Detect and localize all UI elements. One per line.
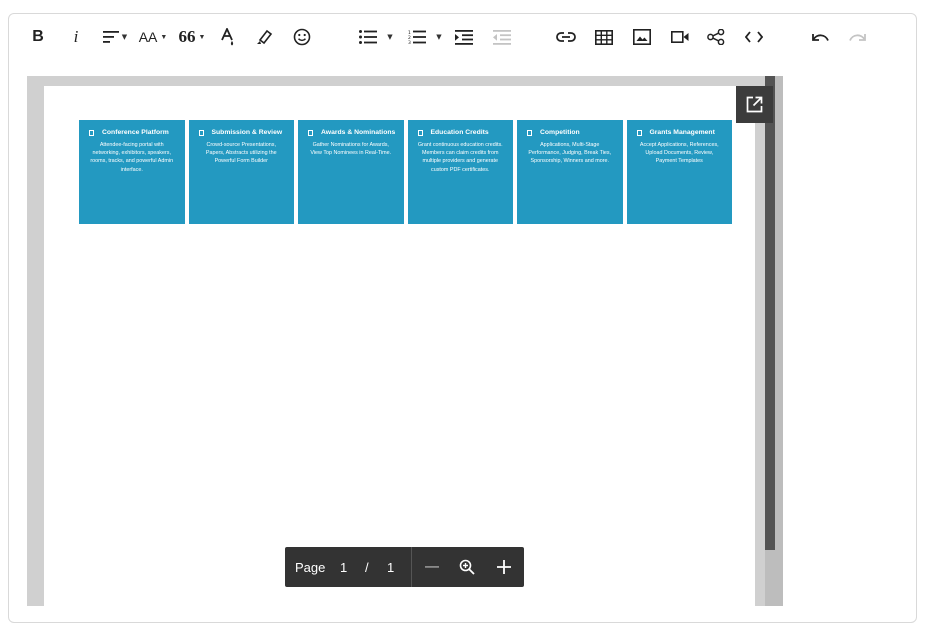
video-button[interactable] [669, 24, 691, 50]
feature-tile: Competition Applications, Multi-Stage Pe… [517, 120, 623, 224]
editor-toolbar: B i ▼ AA ▼ 66 ▼ ▼ 123 ▼ [9, 14, 916, 60]
zoom-out-button[interactable] [421, 556, 443, 578]
image-icon [633, 29, 651, 45]
document-icon [417, 130, 423, 136]
font-color-button[interactable] [217, 24, 239, 50]
quote-icon: 66 [178, 27, 196, 46]
feature-tile: Conference Platform Attendee-facing port… [79, 120, 185, 224]
tile-title: Grants Management [649, 129, 715, 136]
feature-tile: Grants Management Accept Applications, R… [626, 120, 732, 224]
zoom-in-icon [459, 559, 475, 575]
video-icon [671, 31, 689, 43]
document-icon [308, 130, 313, 136]
tile-title: Education Credits [430, 129, 489, 136]
bullet-list-icon [359, 30, 378, 44]
viewer-scrollbar[interactable] [765, 76, 783, 606]
table-button[interactable] [593, 24, 615, 50]
font-size-icon: AA [138, 29, 158, 45]
tile-description: Grant continuous education credits. Memb… [417, 142, 503, 173]
smiley-icon [293, 28, 311, 46]
document-icon [527, 130, 532, 136]
indent-button[interactable] [453, 24, 475, 50]
tile-title: Submission & Review [211, 129, 283, 136]
feature-tiles: Conference Platform Attendee-facing port… [79, 120, 732, 224]
emoji-button[interactable] [291, 24, 313, 50]
page-label: Page [295, 560, 326, 575]
document-icon [198, 130, 204, 136]
chevron-down-icon: ▼ [198, 33, 206, 41]
outdent-button[interactable] [491, 24, 513, 50]
numbered-list-dropdown[interactable]: 123 ▼ [405, 24, 445, 50]
share-icon [707, 29, 725, 45]
tile-title: Conference Platform [102, 129, 169, 136]
feature-tile: Awards & Nominations Gather Nominations … [298, 120, 404, 224]
code-icon [745, 31, 763, 43]
feature-tile: Education Credits Grant continuous educa… [407, 120, 513, 224]
scrollbar-thumb[interactable] [765, 76, 775, 550]
link-button[interactable] [555, 24, 577, 50]
zoom-in-button[interactable] [493, 556, 515, 578]
tile-description: Crowd-source Presentations, Papers, Abst… [205, 142, 277, 165]
chevron-down-icon: ▼ [436, 33, 442, 41]
popout-button[interactable] [736, 86, 773, 123]
tile-description: Attendee-facing portal with networking, … [90, 142, 174, 173]
page-separator: / [365, 560, 369, 575]
tile-description: Gather Nominations for Awards, View Top … [310, 142, 392, 157]
tile-description: Applications, Multi-Stage Performance, J… [528, 142, 612, 165]
bold-button[interactable]: B [27, 24, 49, 50]
tile-title: Awards & Nominations [321, 129, 396, 136]
chevron-down-icon: ▼ [160, 33, 168, 41]
tile-description: Accept Applications, References, Upload … [639, 142, 719, 165]
total-pages: 1 [387, 560, 395, 575]
numbered-list-icon: 123 [408, 30, 427, 44]
document-icon [89, 130, 94, 136]
undo-icon [812, 34, 829, 41]
italic-button[interactable]: i [65, 24, 87, 50]
redo-button[interactable] [847, 24, 869, 50]
rich-text-editor: B i ▼ AA ▼ 66 ▼ ▼ 123 ▼ Conference Platf… [8, 13, 917, 623]
quote-dropdown[interactable]: 66 ▼ [177, 24, 207, 50]
document-icon [636, 130, 642, 136]
current-page-input[interactable]: 1 [340, 560, 347, 575]
svg-text:3: 3 [408, 40, 411, 44]
zoom-button[interactable] [456, 556, 478, 578]
bullet-list-dropdown[interactable]: ▼ [355, 24, 397, 50]
image-button[interactable] [631, 24, 653, 50]
page-controls: Page 1 / 1 [285, 547, 524, 587]
open-external-icon [746, 96, 763, 113]
plus-icon [497, 560, 511, 574]
indent-icon [455, 29, 473, 45]
chevron-down-icon: ▼ [121, 33, 128, 41]
highlight-button[interactable] [253, 24, 275, 50]
minus-icon [425, 566, 439, 568]
tile-title: Competition [540, 129, 580, 136]
document-viewer[interactable]: Conference Platform Attendee-facing port… [27, 76, 783, 606]
link-icon [556, 32, 576, 42]
feature-tile: Submission & Review Crowd-source Present… [188, 120, 294, 224]
source-code-button[interactable] [743, 24, 765, 50]
pager-divider [411, 547, 412, 587]
table-icon [595, 29, 613, 45]
font-size-dropdown[interactable]: AA ▼ [137, 24, 169, 50]
undo-button[interactable] [809, 24, 831, 50]
align-icon [102, 31, 119, 43]
chevron-down-icon: ▼ [387, 33, 393, 41]
highlighter-icon [257, 29, 273, 45]
font-color-icon [221, 28, 234, 46]
align-dropdown[interactable]: ▼ [99, 24, 131, 50]
embed-button[interactable] [705, 24, 727, 50]
outdent-icon [493, 29, 511, 45]
redo-icon [849, 34, 866, 41]
document-page: Conference Platform Attendee-facing port… [44, 86, 755, 606]
